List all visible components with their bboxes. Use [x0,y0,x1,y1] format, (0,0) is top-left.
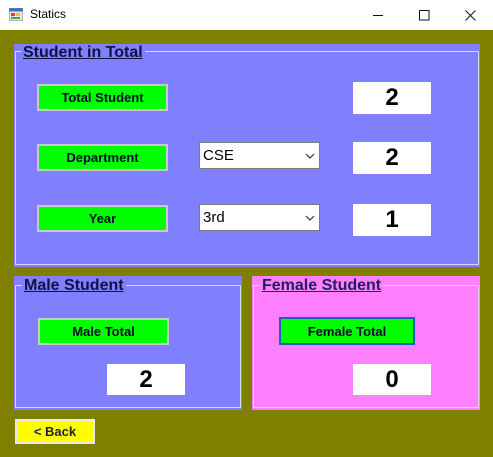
female-student-panel: Female Student Female Total 0 [252,276,480,410]
chevron-down-icon [305,215,315,221]
male-student-group-title: Male Student [22,277,126,295]
total-student-button[interactable]: Total Student [37,84,168,111]
year-select[interactable]: 3rd [199,204,320,231]
male-student-panel: Male Student Male Total 2 [14,276,242,410]
maximize-button[interactable] [401,0,447,30]
maximize-icon [418,9,429,20]
department-value: 2 [353,142,431,174]
close-button[interactable] [447,0,493,30]
student-total-panel: Student in Total Total Student 2 Departm… [14,44,480,267]
total-student-value: 2 [353,82,431,114]
close-icon [464,9,476,21]
female-student-group-title: Female Student [260,277,384,295]
female-total-value: 0 [353,364,431,395]
female-total-button[interactable]: Female Total [279,317,415,345]
window-title-bar[interactable]: Statics [0,0,493,30]
year-value: 1 [353,204,431,236]
year-button[interactable]: Year [37,205,168,232]
minimize-icon [372,14,383,16]
department-select[interactable]: CSE [199,142,320,169]
male-total-button[interactable]: Male Total [38,318,169,345]
chevron-down-icon [305,153,315,159]
back-button[interactable]: < Back [15,419,95,444]
year-select-value: 3rd [203,209,225,226]
student-total-group-title: Student in Total [21,44,145,62]
window-title: Statics [30,7,67,21]
male-total-value: 2 [107,364,185,395]
forms-app-icon [9,8,23,21]
department-button[interactable]: Department [37,144,168,171]
minimize-button[interactable] [355,0,401,30]
department-select-value: CSE [203,147,234,164]
